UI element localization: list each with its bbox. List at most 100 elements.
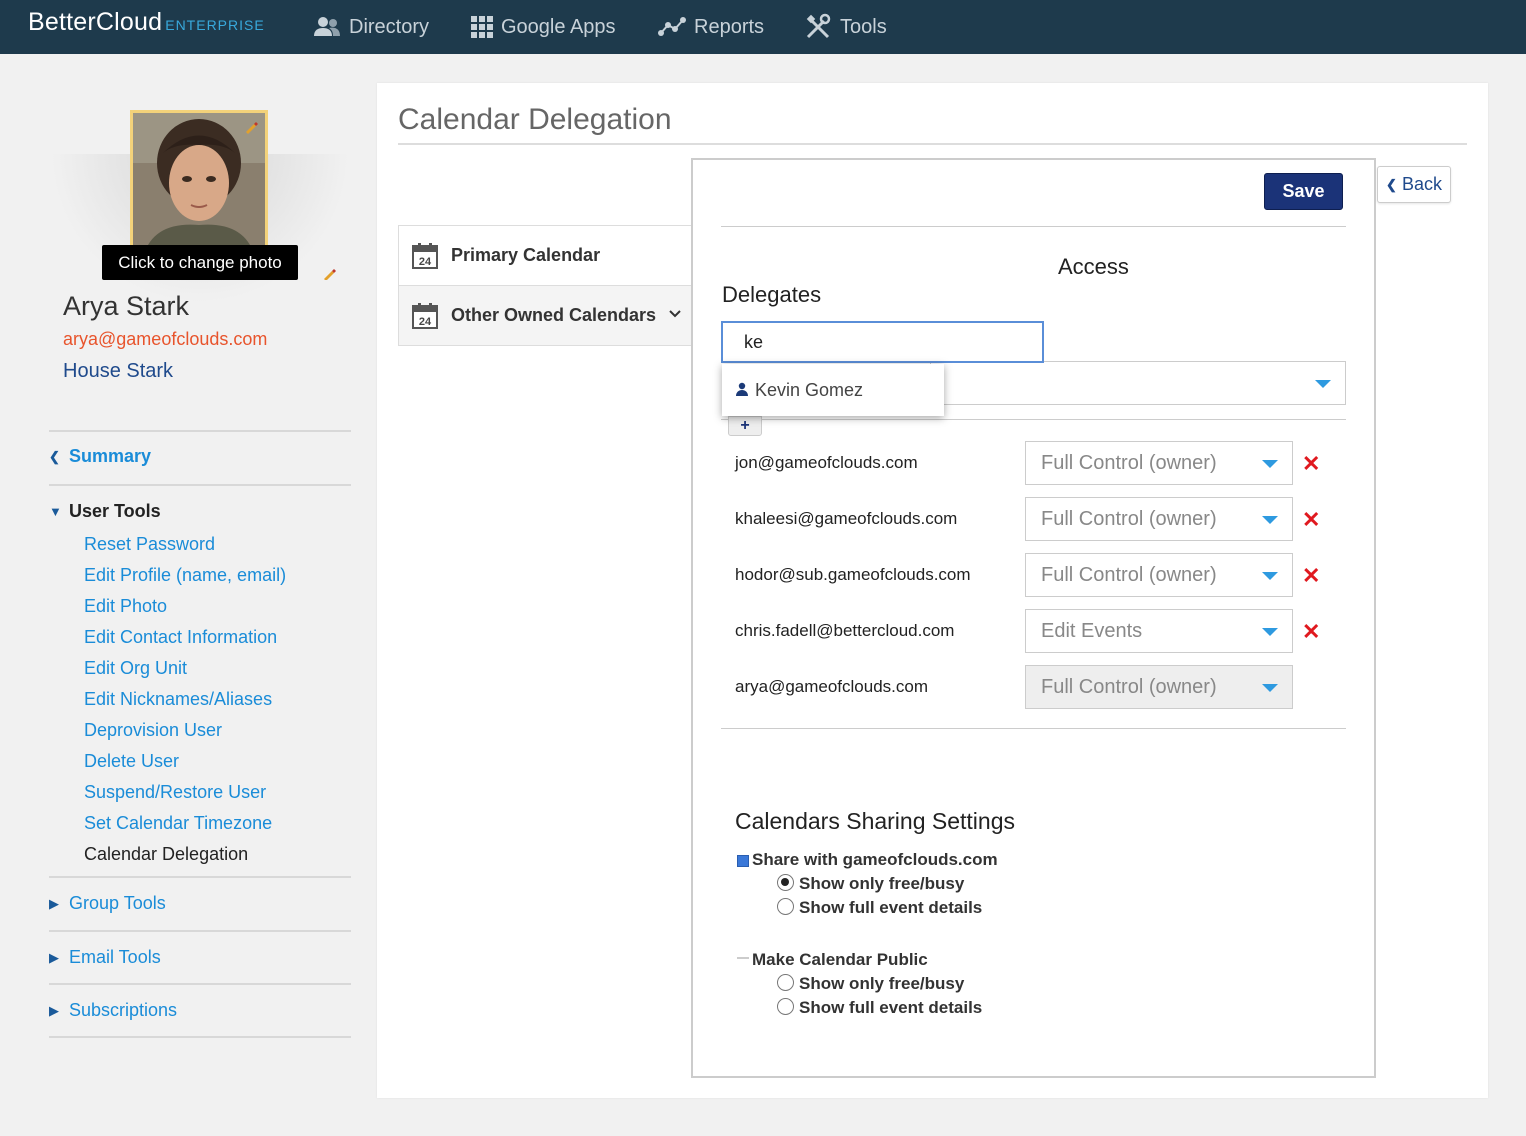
domain-full-details-radio[interactable] [777, 898, 794, 915]
divider [49, 930, 351, 932]
make-public-checkbox[interactable] [737, 957, 749, 959]
tool-edit-contact[interactable]: Edit Contact Information [84, 627, 277, 648]
share-domain-checkbox[interactable] [737, 855, 749, 867]
save-button[interactable]: Save [1264, 173, 1343, 210]
tab-other-owned-calendars-label: Other Owned Calendars [451, 305, 657, 325]
top-navbar: BetterCloud ENTERPRISE Directory Google A… [0, 0, 1526, 54]
chevron-left-icon: ❮ [49, 448, 60, 464]
sidebar-subscriptions[interactable]: ▶ Subscriptions [49, 1000, 177, 1021]
caret-right-icon: ▶ [49, 949, 59, 965]
delegate-access-select[interactable]: Full Control (owner) [1025, 497, 1293, 541]
delegate-access-value: Edit Events [1041, 619, 1143, 642]
delegate-search-input[interactable] [721, 321, 1044, 363]
delegate-access-select[interactable]: Full Control (owner) [1025, 441, 1293, 485]
nav-reports[interactable]: Reports [658, 12, 764, 42]
new-delegate-access-select[interactable] [930, 361, 1346, 405]
sidebar-subscriptions-label: Subscriptions [69, 1000, 178, 1020]
dropdown-arrow-icon [1315, 380, 1331, 388]
public-free-busy-label: Show only free/busy [799, 974, 965, 993]
domain-free-busy-radio[interactable] [777, 874, 794, 891]
tool-edit-profile[interactable]: Edit Profile (name, email) [84, 565, 286, 586]
calendar-icon: 24 [412, 302, 438, 329]
divider [49, 430, 351, 432]
dropdown-arrow-icon [1262, 684, 1278, 692]
nav-google-apps[interactable]: Google Apps [471, 12, 616, 42]
divider [49, 983, 351, 985]
tool-edit-nicknames[interactable]: Edit Nicknames/Aliases [84, 689, 272, 710]
divider [49, 1036, 351, 1038]
tool-calendar-delegation: Calendar Delegation [84, 844, 249, 864]
tool-reset-password[interactable]: Reset Password [84, 534, 215, 555]
divider [721, 728, 1346, 729]
remove-delegate-icon[interactable]: ✕ [1302, 507, 1320, 533]
nav-directory[interactable]: Directory [313, 12, 429, 42]
users-icon [313, 16, 341, 38]
user-org-unit[interactable]: House Stark [63, 360, 173, 383]
photo-tooltip: Click to change photo [102, 245, 298, 280]
line-chart-icon [658, 16, 686, 38]
sidebar-user-tools[interactable]: ▼ User Tools [49, 501, 161, 522]
tool-set-calendar-timezone[interactable]: Set Calendar Timezone [84, 813, 272, 834]
sidebar-email-tools-label: Email Tools [69, 947, 161, 967]
nav-label: Google Apps [501, 15, 616, 38]
access-header: Access [1058, 254, 1129, 279]
sharing-settings-title: Calendars Sharing Settings [735, 808, 1015, 834]
nav-tools[interactable]: Tools [804, 12, 887, 42]
dropdown-arrow-icon [1262, 628, 1278, 636]
delegate-access-value: Full Control (owner) [1041, 563, 1217, 586]
tab-primary-calendar-label: Primary Calendar [451, 245, 601, 265]
tab-other-owned-calendars[interactable]: 24 Other Owned Calendars [398, 285, 692, 346]
remove-delegate-icon[interactable]: ✕ [1302, 619, 1320, 645]
svg-text:24: 24 [419, 316, 432, 328]
public-free-busy-radio[interactable] [777, 974, 794, 991]
sidebar-email-tools[interactable]: ▶ Email Tools [49, 947, 161, 968]
back-button-label: Back [1401, 174, 1442, 194]
autocomplete-suggestion[interactable]: Kevin Gomez [722, 364, 944, 416]
sidebar-group-tools[interactable]: ▶ Group Tools [49, 893, 166, 914]
divider [49, 484, 351, 486]
domain-full-details-label: Show full event details [799, 898, 983, 917]
brand-name: BetterCloud [28, 8, 163, 36]
caret-right-icon: ▶ [49, 1002, 59, 1018]
domain-free-busy-label: Show only free/busy [799, 874, 965, 893]
delegates-header: Delegates [722, 282, 822, 307]
public-full-details-radio[interactable] [777, 998, 794, 1015]
sidebar-summary-label: Summary [69, 446, 152, 466]
tools-icon [804, 13, 832, 41]
delegate-access-value: Full Control (owner) [1041, 675, 1217, 698]
edit-name-icon[interactable] [323, 266, 337, 285]
divider [721, 419, 1346, 420]
divider [49, 876, 351, 878]
delegate-access-select[interactable]: Full Control (owner) [1025, 553, 1293, 597]
grid-icon [471, 16, 493, 38]
delegate-email: hodor@sub.gameofclouds.com [735, 565, 971, 584]
tool-deprovision-user[interactable]: Deprovision User [84, 720, 222, 741]
delegate-email: arya@gameofclouds.com [735, 677, 929, 696]
brand-edition: ENTERPRISE [165, 17, 265, 33]
tool-edit-org-unit[interactable]: Edit Org Unit [84, 658, 187, 679]
add-delegate-button[interactable]: + [728, 416, 762, 436]
caret-right-icon: ▶ [49, 895, 59, 911]
remove-delegate-icon[interactable]: ✕ [1302, 451, 1320, 477]
public-full-details-label: Show full event details [799, 998, 983, 1017]
tool-delete-user[interactable]: Delete User [84, 751, 179, 772]
back-button[interactable]: ❮ Back [1377, 166, 1451, 203]
tab-primary-calendar[interactable]: 24 Primary Calendar [398, 225, 692, 286]
tool-suspend-restore[interactable]: Suspend/Restore User [84, 782, 266, 803]
nav-label: Tools [840, 15, 887, 38]
title-divider [398, 143, 1467, 145]
chevron-down-icon [669, 306, 681, 322]
share-domain-label: Share with gameofclouds.com [752, 850, 998, 869]
tool-edit-photo[interactable]: Edit Photo [84, 596, 167, 617]
user-name: Arya Stark [63, 291, 190, 321]
caret-down-icon: ▼ [49, 504, 62, 519]
delegate-access-select[interactable]: Edit Events [1025, 609, 1293, 653]
sidebar: Click to change photo Arya Stark arya@ga… [0, 54, 376, 1136]
autocomplete-suggestion-label: Kevin Gomez [755, 379, 864, 400]
brand-logo[interactable]: BetterCloud ENTERPRISE [28, 8, 265, 37]
sidebar-summary[interactable]: ❮ Summary [49, 446, 151, 467]
delegate-access-value: Full Control (owner) [1041, 507, 1217, 530]
remove-delegate-icon[interactable]: ✕ [1302, 563, 1320, 589]
edit-photo-icon[interactable] [244, 120, 258, 139]
nav-label: Directory [349, 15, 430, 38]
